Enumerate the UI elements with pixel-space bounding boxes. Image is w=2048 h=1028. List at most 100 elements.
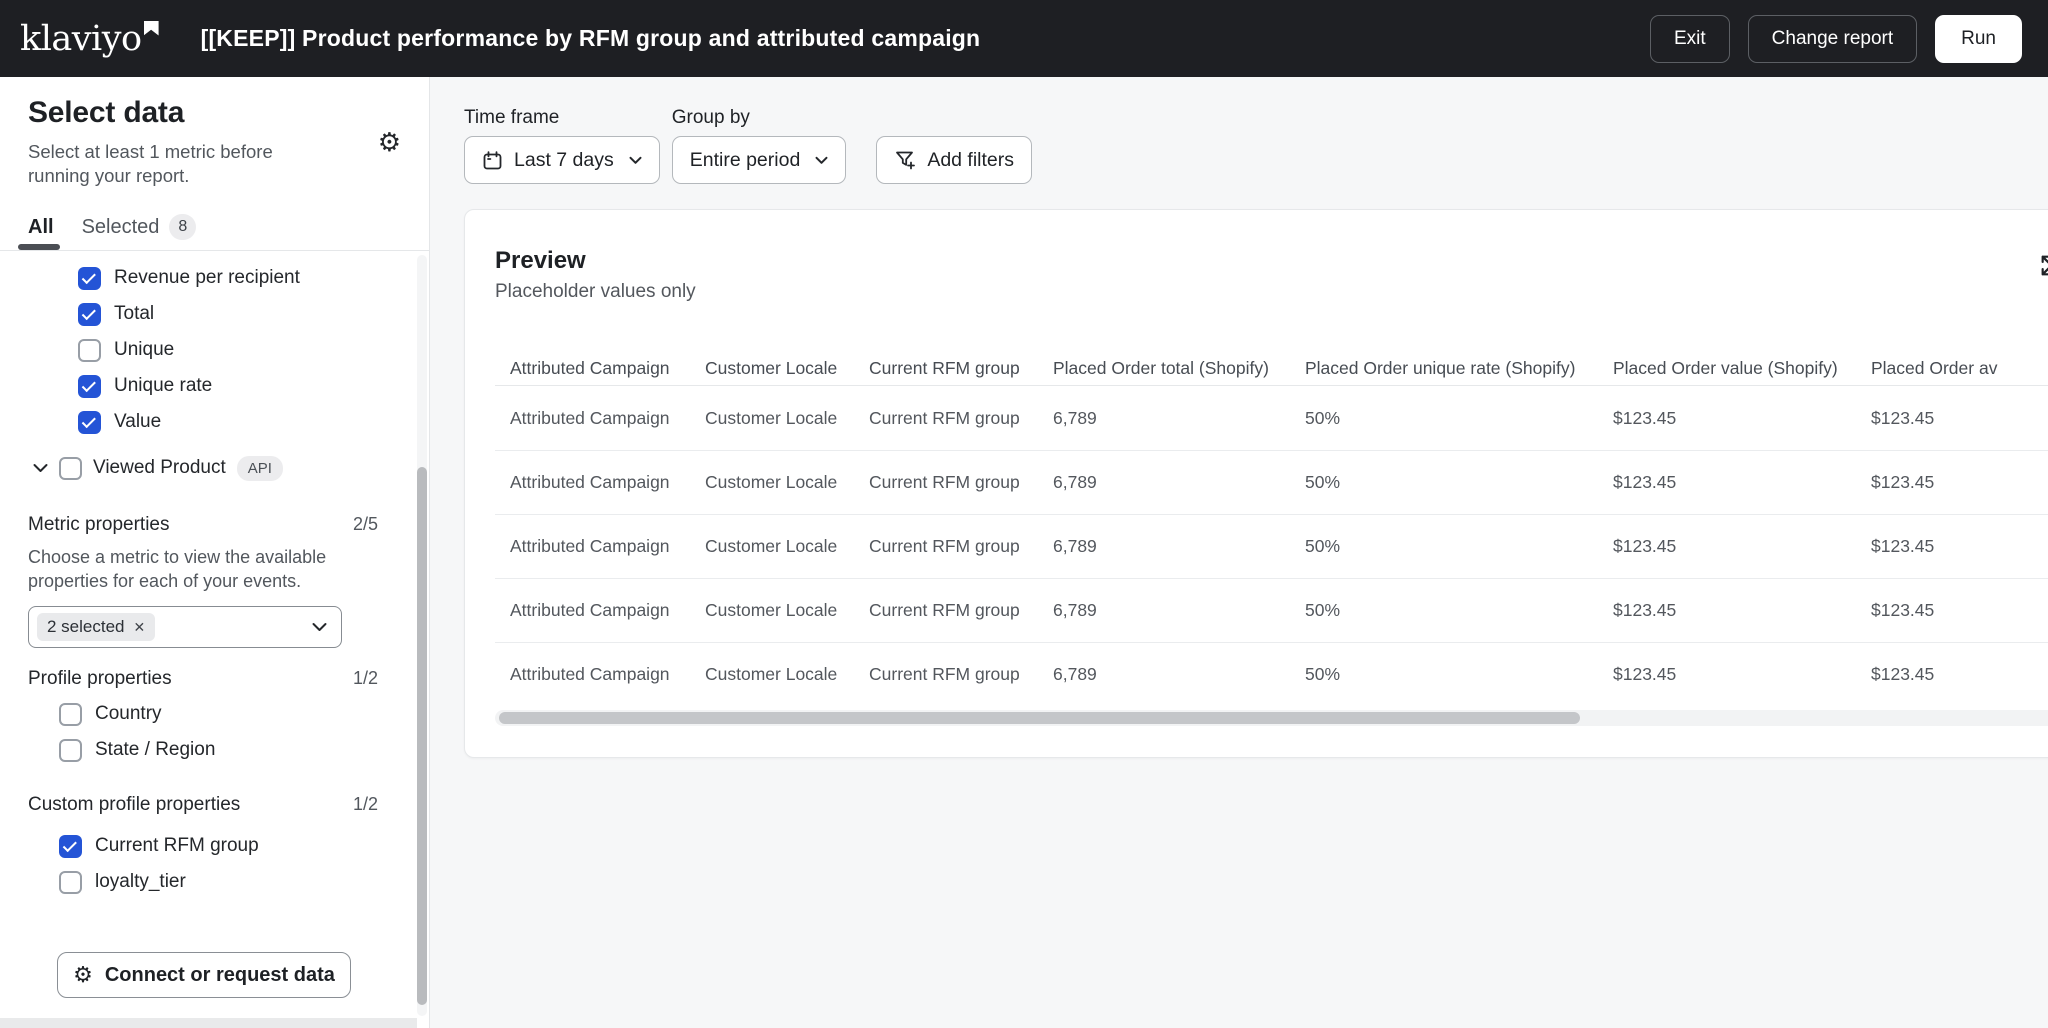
gear-icon: ⚙ — [73, 964, 93, 986]
checkbox[interactable] — [78, 339, 101, 362]
table-row: Attributed CampaignCustomer LocaleCurren… — [495, 514, 2048, 578]
table-cell: Current RFM group — [869, 664, 1053, 685]
preview-title: Preview — [495, 246, 696, 276]
metric-properties-description: Choose a metric to view the available pr… — [28, 545, 350, 593]
tab-all[interactable]: All — [28, 204, 54, 250]
checkbox-item-country[interactable]: Country — [28, 696, 429, 732]
add-filters-button[interactable]: Add filters — [876, 136, 1032, 184]
table-cell: $123.45 — [1613, 600, 1871, 621]
sidebar-horizontal-scrollbar[interactable] — [0, 1018, 417, 1028]
sidebar-scrollbar-track[interactable] — [417, 255, 427, 1016]
sidebar-tabs: All Selected 8 — [28, 204, 429, 250]
metric-properties-dropdown[interactable]: 2 selected ✕ — [28, 606, 342, 648]
preview-card: Preview Placeholder values only Attribut… — [464, 209, 2048, 758]
checkbox-item-revenue-per-recipient[interactable]: Revenue per recipient — [28, 260, 429, 296]
table-cell: $123.45 — [1613, 664, 1871, 685]
selected-chip[interactable]: 2 selected ✕ — [37, 613, 155, 641]
table-row: Attributed CampaignCustomer LocaleCurren… — [495, 450, 2048, 514]
preview-subtitle: Placeholder values only — [495, 281, 696, 303]
profile-properties-count: 1/2 — [353, 668, 378, 689]
run-button[interactable]: Run — [1935, 15, 2022, 63]
table-cell: 6,789 — [1053, 664, 1305, 685]
checkbox[interactable] — [78, 267, 101, 290]
group-by-dropdown[interactable]: Entire period — [672, 136, 847, 184]
checkbox-label: Value — [114, 411, 161, 433]
table-cell: $123.45 — [1871, 664, 2048, 685]
profile-properties-label: Profile properties — [28, 668, 172, 690]
checkbox-label: Current RFM group — [95, 835, 259, 857]
calendar-icon — [482, 150, 503, 171]
checkbox-label: Country — [95, 703, 162, 725]
checkbox[interactable] — [59, 703, 82, 726]
report-controls: Time frame Last 7 days Group by Entire p… — [464, 107, 2048, 184]
table-cell: 50% — [1305, 600, 1613, 621]
checkbox[interactable] — [78, 411, 101, 434]
checkbox[interactable] — [59, 871, 82, 894]
checkbox[interactable] — [78, 303, 101, 326]
tab-selected[interactable]: Selected 8 — [82, 204, 197, 250]
checkbox[interactable] — [59, 835, 82, 858]
tabs-divider — [0, 250, 430, 251]
gear-icon[interactable]: ⚙ — [378, 129, 401, 155]
checkbox-label: State / Region — [95, 739, 215, 761]
report-title: [[KEEP]] Product performance by RFM grou… — [201, 25, 981, 52]
chevron-down-icon — [815, 156, 828, 165]
table-cell: Attributed Campaign — [510, 536, 705, 557]
checkbox-label: Total — [114, 303, 154, 325]
profile-properties-list: Country State / Region — [28, 696, 429, 768]
checkbox-item-value[interactable]: Value — [28, 404, 429, 440]
metric-checkbox-list: Revenue per recipient Total Unique Unique r… — [28, 260, 429, 440]
checkbox[interactable] — [59, 739, 82, 762]
time-frame-dropdown[interactable]: Last 7 days — [464, 136, 660, 184]
table-cell: 50% — [1305, 472, 1613, 493]
sidebar-title: Select data — [28, 93, 184, 133]
chevron-down-icon — [312, 622, 327, 632]
table-cell: 6,789 — [1053, 408, 1305, 429]
sidebar-subtitle: Select at least 1 metric before running … — [28, 140, 296, 188]
checkbox-item-unique[interactable]: Unique — [28, 332, 429, 368]
viewed-product-row[interactable]: Viewed Product API — [28, 448, 429, 488]
preview-table-clip: Attributed CampaignCustomer LocaleCurren… — [495, 352, 2048, 706]
custom-profile-properties-count: 1/2 — [353, 794, 378, 815]
checkbox-label: Revenue per recipient — [114, 267, 300, 289]
chip-close-icon[interactable]: ✕ — [134, 619, 146, 636]
checkbox-item-loyalty-tier[interactable]: loyalty_tier — [28, 864, 429, 900]
table-cell: Current RFM group — [869, 600, 1053, 621]
column-header: Placed Order total (Shopify) — [1053, 358, 1305, 379]
exit-button[interactable]: Exit — [1650, 15, 1730, 63]
checkbox[interactable] — [78, 375, 101, 398]
table-cell: Customer Locale — [705, 664, 869, 685]
checkbox-item-unique-rate[interactable]: Unique rate — [28, 368, 429, 404]
table-cell: $123.45 — [1871, 536, 2048, 557]
time-frame-label: Time frame — [464, 107, 660, 131]
custom-profile-properties-list: Current RFM group loyalty_tier — [28, 828, 429, 900]
viewed-product-checkbox[interactable] — [59, 457, 82, 480]
chevron-down-icon[interactable] — [33, 463, 48, 473]
checkbox-label: Unique — [114, 339, 174, 361]
checkbox-item-current-rfm-group[interactable]: Current RFM group — [28, 828, 429, 864]
table-cell: $123.45 — [1613, 472, 1871, 493]
table-scrollbar-track[interactable] — [495, 710, 2048, 726]
connect-button-label: Connect or request data — [105, 964, 335, 987]
table-scrollbar-thumb[interactable] — [499, 712, 1580, 724]
chevron-down-icon — [629, 156, 642, 165]
api-badge: API — [237, 456, 283, 481]
checkbox-item-total[interactable]: Total — [28, 296, 429, 332]
group-by-label: Group by — [672, 107, 847, 131]
expand-preview-button[interactable] — [2038, 252, 2048, 282]
table-row: Attributed CampaignCustomer LocaleCurren… — [495, 578, 2048, 642]
table-cell: Attributed Campaign — [510, 664, 705, 685]
klaviyo-logo[interactable]: klaviyo — [20, 17, 159, 61]
table-cell: $123.45 — [1871, 600, 2048, 621]
sidebar-scrollbar-thumb[interactable] — [417, 467, 427, 1005]
change-report-button[interactable]: Change report — [1748, 15, 1917, 63]
table-cell: Customer Locale — [705, 472, 869, 493]
column-header: Placed Order av — [1871, 358, 2048, 379]
custom-profile-properties-header: Custom profile properties 1/2 — [28, 794, 378, 816]
tab-all-label: All — [28, 216, 54, 239]
connect-or-request-data-button[interactable]: ⚙ Connect or request data — [57, 952, 351, 998]
table-header-row: Attributed CampaignCustomer LocaleCurren… — [495, 352, 2048, 386]
table-cell: Attributed Campaign — [510, 472, 705, 493]
checkbox-item-state-region[interactable]: State / Region — [28, 732, 429, 768]
group-by-value: Entire period — [690, 149, 801, 172]
